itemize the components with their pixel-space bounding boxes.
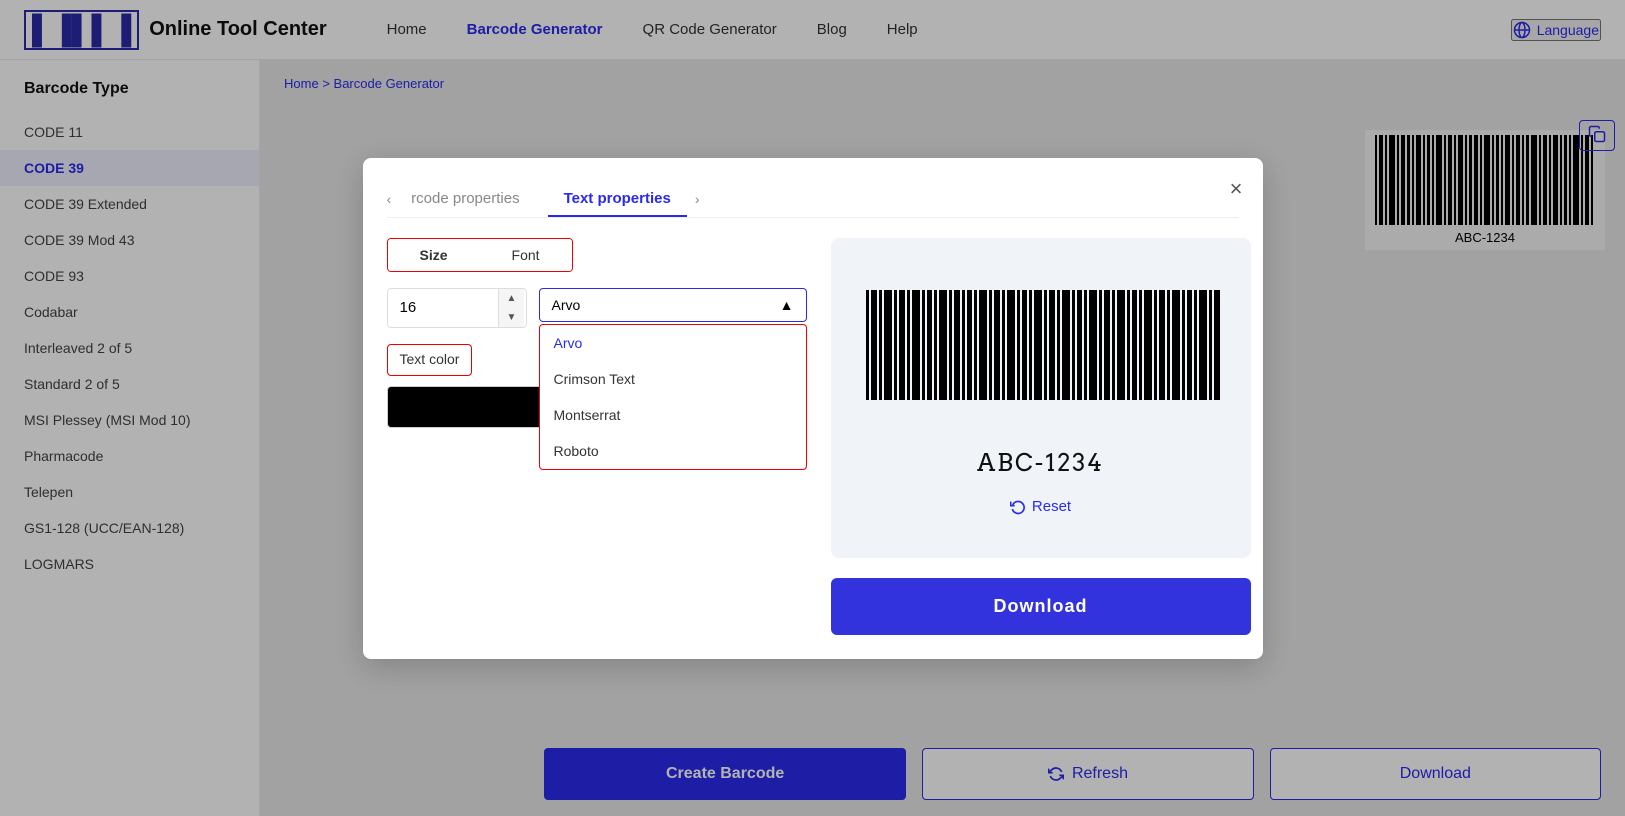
text-color-swatch[interactable] — [387, 386, 547, 428]
text-color-label: Text color — [400, 351, 460, 367]
barcode-text-label: ABC-1234 — [977, 448, 1104, 478]
reset-button[interactable]: Reset — [1010, 498, 1071, 515]
reset-icon — [1010, 499, 1026, 515]
prev-tab[interactable]: rcode properties — [395, 182, 535, 217]
size-input[interactable] — [388, 289, 498, 327]
size-tab[interactable]: Size — [388, 239, 480, 271]
size-font-row: ▲ ▼ Arvo ▲ Arvo Crimson Text — [387, 288, 807, 328]
font-tab[interactable]: Font — [480, 239, 572, 271]
modal: ‹ rcode properties Text properties › × S… — [363, 158, 1263, 659]
size-spinners: ▲ ▼ — [498, 289, 525, 327]
font-option-crimson[interactable]: Crimson Text — [540, 361, 806, 397]
font-option-arvo[interactable]: Arvo — [540, 325, 806, 361]
font-dropdown: Arvo Crimson Text Montserrat Roboto — [539, 324, 807, 470]
modal-download-button[interactable]: Download — [831, 578, 1251, 635]
size-input-wrap: ▲ ▼ — [387, 288, 527, 328]
prev-tab-chevron[interactable]: ‹ — [387, 191, 392, 207]
size-decrement-button[interactable]: ▼ — [499, 308, 525, 327]
font-option-roboto[interactable]: Roboto — [540, 433, 806, 469]
size-increment-button[interactable]: ▲ — [499, 289, 525, 308]
property-tabs: Size Font — [387, 238, 573, 272]
modal-overlay[interactable]: ‹ rcode properties Text properties › × S… — [0, 0, 1625, 816]
modal-close-button[interactable]: × — [1230, 176, 1243, 202]
barcode-preview: ABC-1234 Reset — [831, 238, 1251, 558]
text-color-label-wrap: Text color — [387, 344, 473, 376]
font-option-montserrat[interactable]: Montserrat — [540, 397, 806, 433]
text-properties-tab[interactable]: Text properties — [548, 182, 687, 217]
barcode-preview-svg — [851, 280, 1231, 440]
selected-font-label: Arvo — [552, 297, 581, 313]
font-select-display[interactable]: Arvo ▲ — [539, 288, 807, 322]
next-tab-chevron[interactable]: › — [695, 191, 700, 207]
modal-tabs: ‹ rcode properties Text properties › — [387, 182, 1239, 218]
modal-body: Size Font ▲ ▼ — [387, 238, 1239, 635]
modal-left-panel: Size Font ▲ ▼ — [387, 238, 807, 635]
font-dropdown-chevron: ▲ — [780, 297, 794, 313]
modal-right-panel: ABC-1234 Reset Download — [831, 238, 1251, 635]
font-select-wrap: Arvo ▲ Arvo Crimson Text Montserrat Robo… — [539, 288, 807, 322]
reset-label: Reset — [1032, 498, 1071, 515]
